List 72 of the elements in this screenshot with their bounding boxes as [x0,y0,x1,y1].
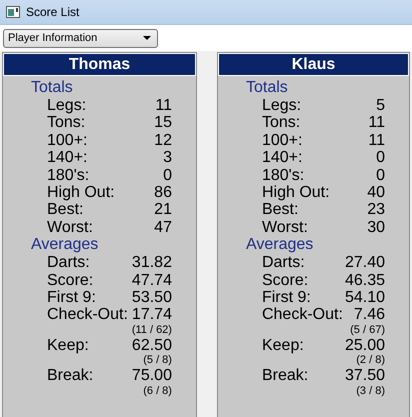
stat-label: Darts: [262,254,305,272]
stat-value: 47 [154,218,172,236]
stat-detail: (3 / 8) [356,384,385,397]
stat-label: Break: [47,367,94,385]
section-title: Totals [31,79,74,97]
stat-label: Check-Out: [47,306,128,324]
stat-value: 25.00 [344,336,385,354]
stat-value: 46.35 [344,272,385,290]
stat-value: 3 [163,149,172,167]
stat-label: High Out: [47,184,115,202]
stat-label: Keep: [262,336,304,354]
section-title: Averages [246,236,314,254]
stat-label: Best: [262,201,298,219]
view-dropdown[interactable]: Player Information [3,28,158,48]
stat-label: Score: [262,272,308,290]
stat-value: 40 [367,184,385,202]
player-name: Thomas [3,53,196,76]
stat-label: Score: [47,272,94,290]
stat-label: 140+: [47,149,88,167]
stat-label: Darts: [47,254,90,272]
stat-value: 53.50 [132,289,172,306]
stat-value: 23 [367,201,385,219]
stat-label: First 9: [47,289,96,306]
stat-detail: (5 / 67) [350,324,385,336]
stat-label: Worst: [262,218,308,236]
window-icon [6,6,20,18]
stat-label: Tons: [262,114,300,132]
stat-detail: (2 / 8) [356,354,385,366]
stat-label: Legs: [47,97,86,114]
stat-value: 7.46 [354,306,385,324]
stat-value: 5 [376,97,385,114]
stat-value: 47.74 [132,272,172,290]
stat-value: 31.82 [132,254,172,272]
stat-detail: (11 / 62) [132,324,172,336]
stat-value: 62.50 [132,336,172,354]
stat-value: 11 [368,132,385,150]
stat-label: Check-Out: [262,306,343,324]
stat-value: 15 [154,114,172,132]
stat-label: Tons: [47,114,86,132]
stat-value: 17.74 [132,306,172,324]
stat-value: 30 [367,218,385,236]
stat-label: 100+: [262,132,302,150]
stat-value: 0 [376,149,385,167]
stat-detail: (5 / 8) [143,354,172,366]
stat-label: 180's: [47,166,90,184]
stat-label: Break: [262,367,308,385]
stat-label: Best: [47,201,84,219]
player-name: Klaus [218,53,409,76]
stat-value: 0 [376,166,385,184]
stat-label: Worst: [47,218,93,236]
stat-value: 37.50 [344,367,385,385]
stat-value: 54.10 [344,289,385,306]
stat-value: 27.40 [344,254,385,272]
stat-value: 0 [163,166,172,184]
stat-value: 21 [154,201,172,219]
stat-value: 86 [154,184,172,202]
section-title: Totals [246,79,289,97]
stat-value: 11 [155,97,172,114]
stat-label: 180's: [262,166,304,184]
stat-label: High Out: [262,184,330,202]
section-title: Averages [31,236,100,254]
stat-value: 75.00 [132,367,172,385]
stat-label: Legs: [262,97,302,114]
stat-label: First 9: [262,289,311,306]
stat-label: 100+: [47,132,88,150]
stat-label: Keep: [47,336,89,354]
stat-label: 140+: [262,149,302,167]
stat-value: 11 [368,114,385,132]
caret-icon [143,36,151,40]
window-title: Score List [26,5,80,19]
stat-detail: (6 / 8) [143,384,172,397]
stat-value: 12 [154,132,172,150]
